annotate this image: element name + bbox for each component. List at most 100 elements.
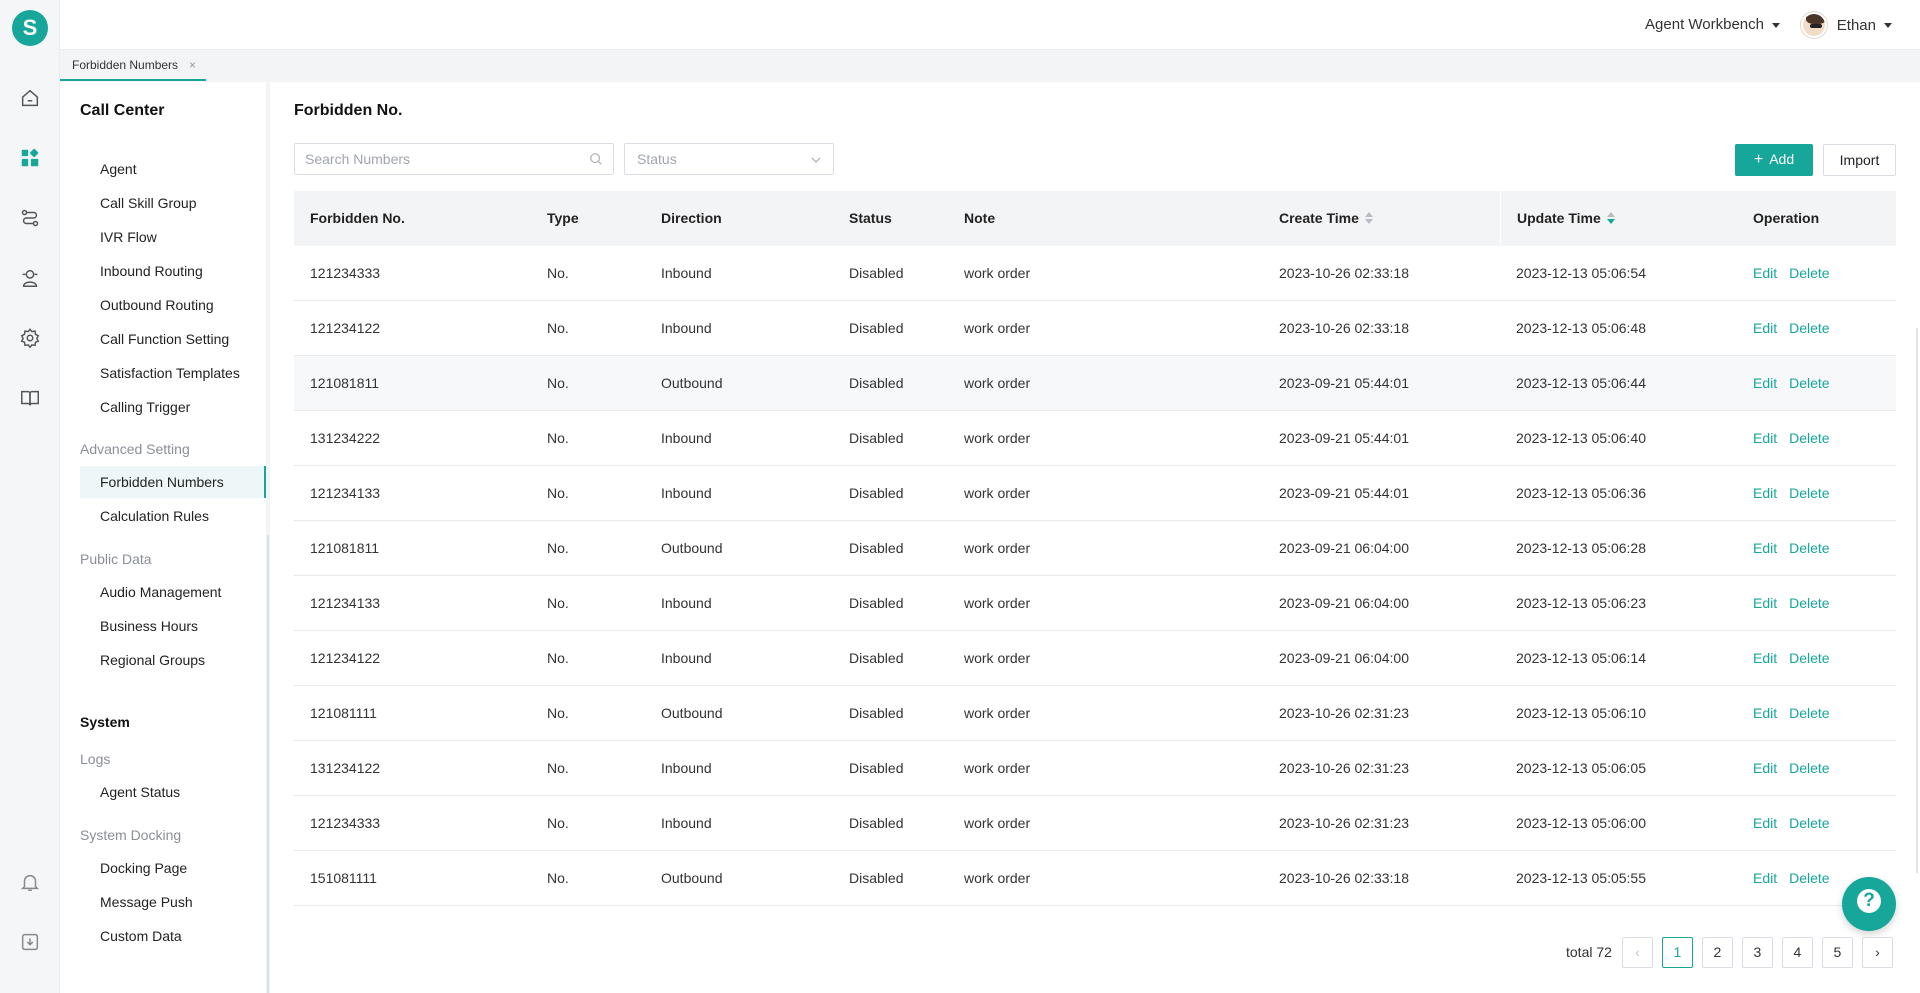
sidebar-item-call-function-setting[interactable]: Call Function Setting — [80, 323, 266, 355]
edit-link[interactable]: Edit — [1753, 375, 1777, 391]
delete-link[interactable]: Delete — [1789, 430, 1829, 446]
table-cell: Outbound — [661, 705, 723, 721]
section-system-docking: System Docking — [80, 827, 182, 843]
add-button[interactable]: + Add — [1735, 144, 1813, 176]
page-2-button[interactable]: 2 — [1701, 936, 1733, 968]
sidebar-item-ivr-flow[interactable]: IVR Flow — [80, 221, 266, 253]
delete-link[interactable]: Delete — [1789, 705, 1829, 721]
edit-link[interactable]: Edit — [1753, 705, 1777, 721]
routing-icon[interactable] — [18, 206, 42, 230]
delete-link[interactable]: Delete — [1789, 595, 1829, 611]
total-count: total 72 — [1566, 944, 1612, 960]
delete-link[interactable]: Delete — [1789, 650, 1829, 666]
table-scrollbar[interactable] — [1916, 328, 1918, 873]
table-cell: 2023-09-21 05:44:01 — [1279, 485, 1409, 501]
table-cell: 131234222 — [310, 430, 381, 446]
delete-link[interactable]: Delete — [1789, 265, 1829, 281]
sidebar-item-custom-data[interactable]: Custom Data — [80, 920, 266, 952]
search-icon[interactable] — [589, 152, 603, 166]
caret-down-icon — [1884, 22, 1892, 28]
search-input[interactable] — [305, 151, 575, 167]
edit-link[interactable]: Edit — [1753, 815, 1777, 831]
dashboard-icon[interactable] — [18, 146, 42, 170]
close-icon[interactable]: × — [189, 52, 196, 79]
sidebar-item-calling-trigger[interactable]: Calling Trigger — [80, 391, 266, 423]
delete-link[interactable]: Delete — [1789, 485, 1829, 501]
search-box[interactable] — [294, 143, 614, 175]
sidebar-item-call-skill-group[interactable]: Call Skill Group — [80, 187, 266, 219]
app-logo[interactable]: S — [12, 10, 48, 46]
settings-icon[interactable] — [18, 326, 42, 350]
sort-desc-icon[interactable] — [1606, 212, 1615, 225]
sort-icon[interactable] — [1364, 212, 1373, 225]
next-page-button[interactable]: › — [1861, 936, 1893, 968]
book-icon[interactable] — [18, 386, 42, 410]
left-rail: S — [0, 0, 60, 993]
delete-link[interactable]: Delete — [1789, 815, 1829, 831]
agent-icon[interactable] — [18, 266, 42, 290]
forbidden-numbers-table: Forbidden No. Type Direction Status Note… — [294, 191, 1896, 906]
table-cell: Disabled — [849, 320, 904, 336]
page-5-button[interactable]: 5 — [1821, 936, 1853, 968]
table-cell: 2023-10-26 02:33:18 — [1279, 320, 1409, 336]
bell-icon[interactable] — [18, 870, 42, 894]
delete-link[interactable]: Delete — [1789, 760, 1829, 776]
delete-link[interactable]: Delete — [1789, 375, 1829, 391]
delete-link[interactable]: Delete — [1789, 870, 1829, 886]
col-note: Note — [964, 210, 996, 226]
sidebar-item-agent-status[interactable]: Agent Status — [80, 776, 266, 808]
edit-link[interactable]: Edit — [1753, 650, 1777, 666]
edit-link[interactable]: Edit — [1753, 320, 1777, 336]
operation-cell: Edit Delete — [1737, 686, 1896, 741]
sidebar-item-message-push[interactable]: Message Push — [80, 886, 266, 918]
table-cell: Disabled — [849, 485, 904, 501]
page-title: Forbidden No. — [294, 102, 403, 119]
page-3-button[interactable]: 3 — [1741, 936, 1773, 968]
sidebar-item-forbidden-numbers[interactable]: Forbidden Numbers — [80, 466, 266, 498]
edit-link[interactable]: Edit — [1753, 265, 1777, 281]
sidebar-item-agent[interactable]: Agent — [80, 153, 266, 185]
table-cell: 121234133 — [310, 485, 381, 501]
col-create-time-header[interactable]: Create Time — [1263, 191, 1500, 246]
workbench-dropdown[interactable]: Agent Workbench — [1645, 16, 1780, 33]
table-row: 121234133 No. Inbound Disabled work order 202… — [294, 466, 1896, 521]
sidebar-item-calculation-rules[interactable]: Calculation Rules — [80, 500, 266, 532]
table-cell: 2023-12-13 05:06:23 — [1516, 595, 1646, 611]
page-4-button[interactable]: 4 — [1781, 936, 1813, 968]
edit-link[interactable]: Edit — [1753, 540, 1777, 556]
import-button[interactable]: Import — [1823, 144, 1896, 176]
menu-scrollbar[interactable] — [267, 535, 269, 993]
sidebar-item-business-hours[interactable]: Business Hours — [80, 610, 266, 642]
sidebar-item-docking-page[interactable]: Docking Page — [80, 852, 266, 884]
download-icon[interactable] — [18, 930, 42, 954]
table-row: 121081811 No. Outbound Disabled work order 20… — [294, 356, 1896, 411]
col-update-time-header[interactable]: Update Time — [1500, 191, 1737, 246]
page-1-button[interactable]: 1 — [1661, 936, 1693, 968]
table-cell: Inbound — [661, 430, 712, 446]
edit-link[interactable]: Edit — [1753, 760, 1777, 776]
delete-link[interactable]: Delete — [1789, 540, 1829, 556]
delete-link[interactable]: Delete — [1789, 320, 1829, 336]
sidebar-item-outbound-routing[interactable]: Outbound Routing — [80, 289, 266, 321]
sidebar-item-inbound-routing[interactable]: Inbound Routing — [80, 255, 266, 287]
edit-link[interactable]: Edit — [1753, 430, 1777, 446]
prev-page-button[interactable]: ‹ — [1621, 936, 1653, 968]
edit-link[interactable]: Edit — [1753, 485, 1777, 501]
user-menu[interactable]: Ethan — [1800, 12, 1892, 38]
help-chat-button[interactable]: ? — [1842, 877, 1896, 931]
table-cell: 2023-12-13 05:06:00 — [1516, 815, 1646, 831]
table-cell: 2023-10-26 02:33:18 — [1279, 870, 1409, 886]
table-row: 121234122 No. Inbound Disabled work order 202… — [294, 301, 1896, 356]
table-cell: No. — [547, 430, 569, 446]
sidebar-item-audio-management[interactable]: Audio Management — [80, 576, 266, 608]
operation-cell: Edit Delete — [1737, 796, 1896, 851]
tab-bar: Forbidden Numbers × — [60, 50, 1920, 81]
sidebar-item-satisfaction-templates[interactable]: Satisfaction Templates — [80, 357, 266, 389]
edit-link[interactable]: Edit — [1753, 595, 1777, 611]
tab-forbidden-numbers[interactable]: Forbidden Numbers × — [60, 52, 206, 81]
edit-link[interactable]: Edit — [1753, 870, 1777, 886]
sidebar-item-regional-groups[interactable]: Regional Groups — [80, 644, 266, 676]
status-select[interactable]: Status — [624, 143, 834, 175]
table-cell: Disabled — [849, 595, 904, 611]
home-icon[interactable] — [18, 86, 42, 110]
